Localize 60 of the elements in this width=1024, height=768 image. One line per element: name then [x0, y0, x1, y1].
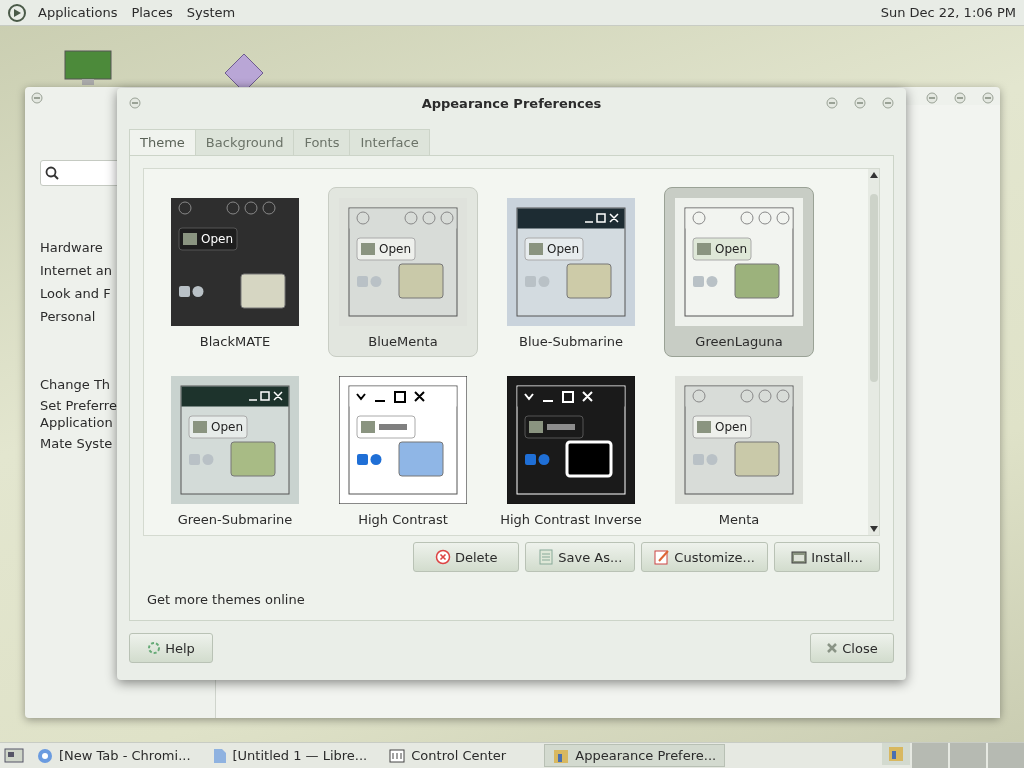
scrollbar[interactable]: [868, 169, 879, 535]
action-button[interactable]: Install...: [774, 542, 880, 572]
tab[interactable]: Interface: [350, 129, 430, 155]
theme-item[interactable]: Open Green-Submarine: [160, 365, 310, 535]
close-icon: [826, 642, 839, 654]
minimize-button[interactable]: [926, 92, 938, 104]
panel-menu[interactable]: Places: [129, 3, 175, 22]
desktop-icon[interactable]: [4, 746, 24, 765]
theme-item[interactable]: Open Menta: [664, 365, 814, 535]
close-button[interactable]: Close: [810, 633, 894, 663]
preview-button-label: Open: [545, 241, 582, 257]
scroll-up-arrow-icon[interactable]: [869, 172, 878, 178]
theme-item[interactable]: High Contrast: [328, 365, 478, 535]
minimize-button[interactable]: [826, 97, 838, 109]
panel-menu[interactable]: System: [184, 3, 238, 22]
taskbar-item[interactable]: [New Tab - Chromi...: [28, 744, 200, 767]
control-panel-icon: [389, 748, 406, 763]
tab[interactable]: Background: [195, 129, 295, 155]
save-icon: [538, 549, 555, 565]
folder-icon: [791, 549, 808, 565]
preview-button-label: Open: [377, 241, 414, 257]
maximize-button[interactable]: [954, 92, 966, 104]
browser-icon: [37, 747, 53, 764]
theme-item[interactable]: High Contrast Inverse: [496, 365, 646, 535]
monitor-icon[interactable]: [64, 50, 112, 86]
scroll-down-arrow-icon[interactable]: [869, 526, 878, 532]
action-button[interactable]: Customize...: [641, 542, 768, 572]
theme-item[interactable]: Open BlackMATE: [160, 187, 310, 357]
search-icon: [45, 166, 59, 180]
clock[interactable]: Sun Dec 22, 1:06 PM: [880, 5, 1016, 20]
theme-item[interactable]: Open Blue-Submarine: [496, 187, 646, 357]
preview-button-label: Open: [209, 419, 246, 435]
action-button[interactable]: Delete: [413, 542, 520, 572]
window-menu-button[interactable]: [31, 92, 43, 104]
delete-icon: [434, 549, 451, 565]
close-button[interactable]: [882, 97, 894, 109]
maximize-button[interactable]: [854, 97, 866, 109]
document-icon: [212, 747, 227, 764]
help-icon: [147, 641, 162, 655]
taskbar-item[interactable]: [Untitled 1 — Libre...: [203, 744, 377, 767]
appearance-icon: [553, 747, 570, 764]
window-title: Appearance Preferences: [421, 95, 602, 111]
tab[interactable]: Fonts: [294, 129, 351, 155]
preview-button-label: Open: [713, 241, 750, 257]
panel-menu[interactable]: Applications: [36, 3, 120, 22]
taskbar-item[interactable]: Appearance Prefere...: [544, 744, 726, 767]
theme-item[interactable]: Open BlueMenta: [328, 187, 478, 357]
theme-item[interactable]: Open GreenLaguna: [664, 187, 814, 357]
taskbar-item[interactable]: Control Center: [380, 744, 541, 767]
action-button[interactable]: Save As...: [525, 542, 636, 572]
logo-icon[interactable]: [8, 3, 26, 22]
preview-button-label: Open: [199, 231, 236, 247]
tab[interactable]: Theme: [129, 129, 196, 155]
appearance-icon[interactable]: [882, 743, 910, 765]
themes-online-link[interactable]: Get more themes online: [143, 592, 880, 607]
help-button[interactable]: Help: [129, 633, 213, 663]
window-menu-button[interactable]: [129, 97, 141, 109]
close-button[interactable]: [982, 92, 994, 104]
preview-button-label: Open: [713, 419, 750, 435]
edit-icon: [654, 549, 671, 565]
